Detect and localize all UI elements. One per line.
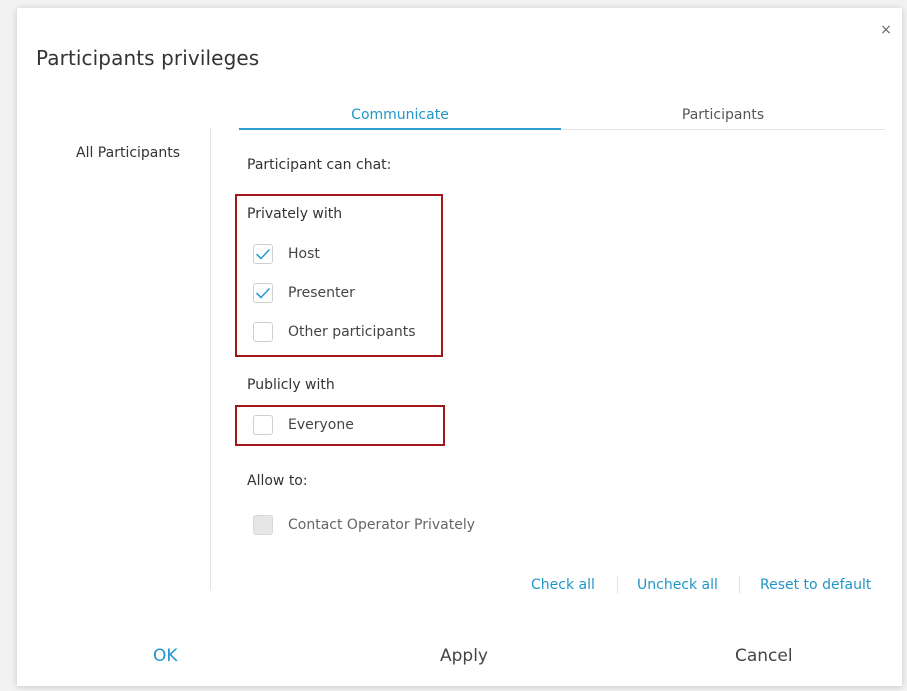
ok-button[interactable]: OK [153,646,178,666]
tab-bar: Communicate Participants [239,101,885,130]
dialog-title: Participants privileges [36,46,260,70]
reset-to-default-link[interactable]: Reset to default [760,577,871,593]
option-host: Host [253,242,320,266]
checkmark-icon [256,248,270,259]
close-icon[interactable]: × [876,20,896,40]
check-all-link[interactable]: Check all [531,577,595,593]
option-contact-operator: Contact Operator Privately [253,513,475,537]
allow-heading: Allow to: [247,473,308,489]
cancel-button[interactable]: Cancel [735,646,793,666]
publicly-heading: Publicly with [247,377,335,393]
option-other-participants: Other participants [253,320,416,344]
everyone-label: Everyone [288,417,354,433]
host-checkbox[interactable] [253,244,273,264]
other-participants-label: Other participants [288,324,416,340]
participants-privileges-dialog: × Participants privileges All Participan… [17,8,902,686]
presenter-label: Presenter [288,285,355,301]
uncheck-all-link[interactable]: Uncheck all [637,577,718,593]
other-participants-checkbox[interactable] [253,322,273,342]
checkmark-icon [256,287,270,298]
host-label: Host [288,246,320,262]
presenter-checkbox[interactable] [253,283,273,303]
sidebar-item-all-participants[interactable]: All Participants [76,145,180,161]
everyone-checkbox[interactable] [253,415,273,435]
privately-heading: Privately with [247,206,343,222]
link-separator [617,576,618,594]
chat-heading: Participant can chat: [247,157,392,173]
option-presenter: Presenter [253,281,355,305]
link-separator [739,576,740,594]
participants-sidebar: All Participants [17,128,211,590]
tab-communicate[interactable]: Communicate [239,101,561,130]
apply-button[interactable]: Apply [440,646,488,666]
option-everyone: Everyone [253,413,354,437]
tab-participants[interactable]: Participants [561,101,885,129]
contact-operator-label: Contact Operator Privately [288,517,476,533]
contact-operator-checkbox[interactable] [253,515,273,535]
